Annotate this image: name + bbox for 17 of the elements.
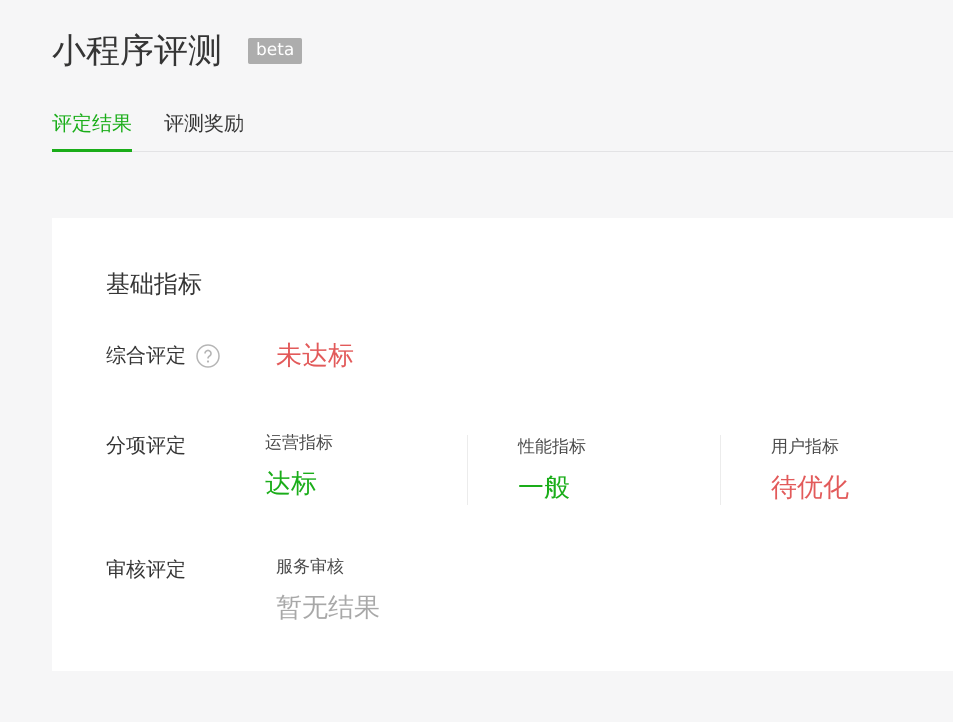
help-icon[interactable]: [196, 344, 220, 368]
row-label: 综合评定: [106, 342, 186, 369]
metric-name: 用户指标: [771, 436, 840, 458]
metric-name: 性能指标: [518, 436, 587, 458]
row-label: 审核评定: [106, 556, 186, 582]
overall-result: 未达标: [276, 340, 354, 373]
beta-badge: beta: [248, 38, 302, 64]
tab[interactable]: 评测奖励: [164, 110, 244, 152]
metric-name: 服务审核: [276, 556, 345, 578]
section-title: 基础指标: [106, 269, 203, 300]
metric-result: 一般: [518, 472, 571, 505]
page-title: 小程序评测: [52, 30, 222, 73]
row-label: 分项评定: [106, 432, 186, 458]
metric-result: 暂无结果: [276, 592, 381, 625]
metric-name: 运营指标: [265, 432, 334, 454]
metric-result: 待优化: [771, 472, 850, 505]
metric-result: 达标: [265, 468, 318, 501]
